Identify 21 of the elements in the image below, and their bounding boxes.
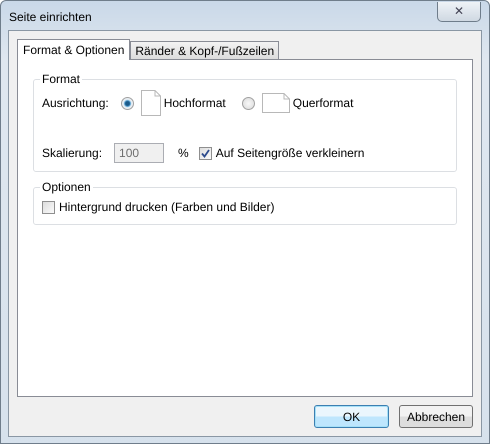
group-legend: Format <box>40 72 82 86</box>
checkbox[interactable] <box>198 146 212 160</box>
dialog-button[interactable]: OK <box>314 405 389 428</box>
orientation-option-label: Hochformat <box>164 96 226 110</box>
scale-label: Skalierung: <box>42 146 102 160</box>
percent-sign: % <box>178 146 189 160</box>
orientation-label: Ausrichtung: <box>42 96 109 110</box>
tab[interactable]: Ränder & Kopf-/Fußzeilen <box>130 41 280 59</box>
landscape-page-icon <box>260 92 291 114</box>
orientation-option-label: Querformat <box>292 96 354 110</box>
checkbox[interactable] <box>42 200 55 214</box>
checkbox-label: Auf Seitengröße verkleinern <box>216 146 364 160</box>
dialog-button[interactable]: Abbrechen <box>399 405 473 428</box>
tab[interactable]: Format & Optionen <box>17 39 130 60</box>
group-legend: Optionen <box>40 180 93 194</box>
window-title: Seite einrichten <box>9 10 92 24</box>
radio-button[interactable] <box>120 96 134 110</box>
radio-button[interactable] <box>242 96 255 110</box>
checkbox-label: Hintergrund drucken (Farben und Bilder) <box>59 200 274 214</box>
close-button[interactable]: ✕ <box>437 2 481 22</box>
portrait-page-icon <box>140 89 162 117</box>
